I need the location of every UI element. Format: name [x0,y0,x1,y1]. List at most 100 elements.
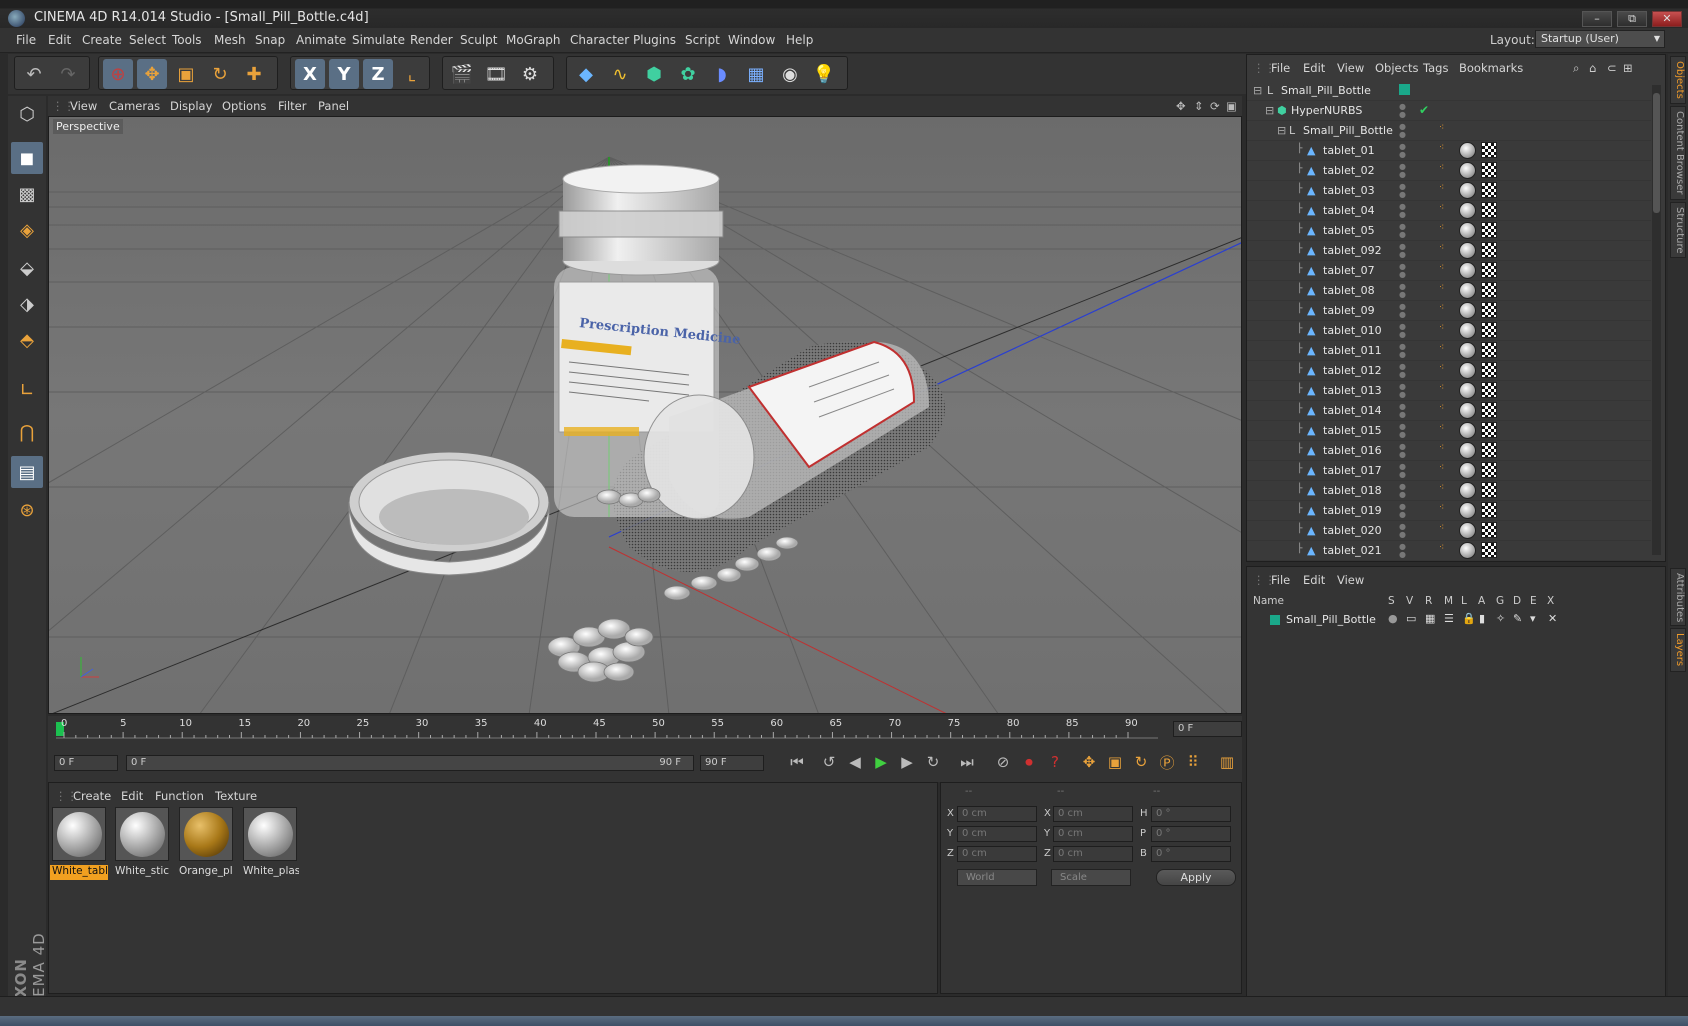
workplane-icon[interactable]: ◈ [11,214,43,246]
spline-icon[interactable]: ∿ [605,59,635,89]
coordinate-mode-select[interactable]: Scale [1051,869,1131,886]
texture-mode-icon[interactable]: ▩ [11,178,43,210]
close-button[interactable]: ✕ [1652,11,1682,27]
menu-animate[interactable]: Animate [296,33,346,47]
visibility-dots[interactable]: ● ● [1399,483,1417,499]
material-tag-icon[interactable] [1459,162,1476,179]
size-x-field[interactable]: 0 cm [1053,806,1133,822]
visibility-dots[interactable]: ● ● [1399,383,1417,399]
axis-mode-icon[interactable]: ∟ [11,374,43,406]
visibility-dots[interactable]: ● ● [1399,183,1417,199]
menu-plugins[interactable]: Plugins [633,33,676,47]
collapse-icon[interactable]: ⊟ [1265,104,1274,117]
material-menu-function[interactable]: Function [155,789,204,803]
y-axis-lock-button[interactable]: Y [329,59,359,89]
viewport-zoom-icon[interactable]: ⇕ [1194,99,1204,113]
apply-button[interactable]: Apply [1156,869,1236,886]
render-picture-viewer-icon[interactable]: 🎞 [481,59,511,89]
minimize-button[interactable]: – [1582,11,1612,27]
material-tag-icon[interactable] [1459,502,1476,519]
viewport-menu-view[interactable]: View [70,99,97,113]
object-row-tablet[interactable]: ├ ▲ tablet_03 ● ● ⁖ [1247,181,1651,201]
texture-tag-icon[interactable] [1481,262,1497,278]
viewport-maximize-icon[interactable]: ▣ [1226,99,1237,113]
texture-tag-icon[interactable] [1481,482,1497,498]
next-frame-icon[interactable]: ▶ [894,749,920,775]
object-row-tablet[interactable]: ├ ▲ tablet_018 ● ● ⁖ [1247,481,1651,501]
phong-tag-icon[interactable]: ⁖ [1439,283,1449,297]
layer-manager-icon[interactable]: ☰ [1444,612,1454,625]
tab-layers[interactable]: Layers [1670,628,1686,672]
enabled-check-icon[interactable]: ✔ [1419,103,1429,117]
layer-render-icon[interactable]: ▦ [1425,612,1435,625]
range-start-field[interactable]: 0 F [54,755,118,771]
object-row-tablet[interactable]: ├ ▲ tablet_07 ● ● ⁖ [1247,261,1651,281]
menu-simulate[interactable]: Simulate [352,33,405,47]
phong-tag-icon[interactable]: ⁖ [1439,183,1449,197]
render-settings-icon[interactable]: ⚙ [515,59,545,89]
om-home-icon[interactable]: ⌂ [1589,61,1596,75]
menu-character[interactable]: Character [570,33,629,47]
scale-tool-icon[interactable]: ▣ [171,59,201,89]
material-tag-icon[interactable] [1459,362,1476,379]
texture-tag-icon[interactable] [1481,242,1497,258]
menu-tools[interactable]: Tools [172,33,202,47]
size-z-field[interactable]: 0 cm [1053,846,1133,862]
x-axis-lock-button[interactable]: X [295,59,325,89]
material-white-tablet[interactable]: White_tabl [50,805,108,881]
next-key-icon[interactable]: ↻ [920,749,946,775]
layer-view-icon[interactable]: ▭ [1406,612,1416,625]
record-keys-icon[interactable]: ⊘ [990,749,1016,775]
phong-tag-icon[interactable]: ⁖ [1439,463,1449,477]
object-row-tablet[interactable]: ├ ▲ tablet_092 ● ● ⁖ [1247,241,1651,261]
visibility-dots[interactable]: ● ● [1399,503,1417,519]
layer-xref-icon[interactable]: ✕ [1548,612,1557,625]
material-white-sticker[interactable]: White_stic [113,805,171,881]
restore-button[interactable]: ⧉ [1617,11,1647,27]
z-axis-lock-button[interactable]: Z [363,59,393,89]
object-row-tablet[interactable]: ├ ▲ tablet_021 ● ● ⁖ [1247,541,1651,561]
material-tag-icon[interactable] [1459,482,1476,499]
layer-menu-file[interactable]: File [1271,573,1290,587]
visibility-dots[interactable]: ● ● [1399,143,1417,159]
previous-frame-icon[interactable]: ◀ [842,749,868,775]
phong-tag-icon[interactable]: ⁖ [1439,163,1449,177]
layer-row[interactable]: Small_Pill_Bottle ● ▭ ▦ ☰ 🔒 ▮ ✧ ✎ ▾ ✕ [1248,611,1664,629]
material-menu-edit[interactable]: Edit [121,789,143,803]
layer-generators-icon[interactable]: ✧ [1496,612,1505,625]
object-row-tablet[interactable]: ├ ▲ tablet_04 ● ● ⁖ [1247,201,1651,221]
object-manager-scrollbar[interactable] [1652,85,1661,555]
material-tag-icon[interactable] [1459,302,1476,319]
workplane-lock-icon[interactable]: ▤ [11,456,43,488]
range-slider[interactable]: 0 F 90 F [126,755,694,771]
layer-menu-edit[interactable]: Edit [1303,573,1325,587]
object-row-tablet[interactable]: ├ ▲ tablet_01 ● ● ⁖ [1247,141,1651,161]
om-link-icon[interactable]: ⊂ [1607,61,1617,75]
om-menu-view[interactable]: View [1337,61,1364,75]
visibility-dots[interactable]: ● ● [1399,263,1417,279]
visibility-dots[interactable]: ● ● [1399,343,1417,359]
soft-selection-icon[interactable]: ⊛ [11,494,43,526]
layer-lock-icon[interactable]: 🔒 [1462,612,1476,625]
layer-menu-view[interactable]: View [1337,573,1364,587]
texture-tag-icon[interactable] [1481,362,1497,378]
om-menu-edit[interactable]: Edit [1303,61,1325,75]
phong-tag-icon[interactable]: ⁖ [1439,443,1449,457]
texture-tag-icon[interactable] [1481,182,1497,198]
om-search-icon[interactable]: ⌕ [1573,61,1579,76]
texture-tag-icon[interactable] [1481,222,1497,238]
material-tag-icon[interactable] [1459,322,1476,339]
cube-icon[interactable]: ◆ [571,59,601,89]
key-point-level-icon[interactable]: ⠿ [1180,749,1206,775]
object-row-tablet[interactable]: ├ ▲ tablet_02 ● ● ⁖ [1247,161,1651,181]
phong-tag-icon[interactable]: ⁖ [1439,523,1449,537]
menu-mograph[interactable]: MoGraph [506,33,561,47]
play-icon[interactable]: ▶ [868,749,894,775]
menu-mesh[interactable]: Mesh [214,33,246,47]
texture-tag-icon[interactable] [1481,442,1497,458]
material-tag-icon[interactable] [1459,402,1476,419]
key-parameter-icon[interactable]: Ⓟ [1154,749,1180,775]
move-tool-icon[interactable]: ✥ [137,59,167,89]
phong-tag-icon[interactable]: ⁖ [1439,363,1449,377]
coordinate-system-icon[interactable]: ⌞ [397,59,427,89]
